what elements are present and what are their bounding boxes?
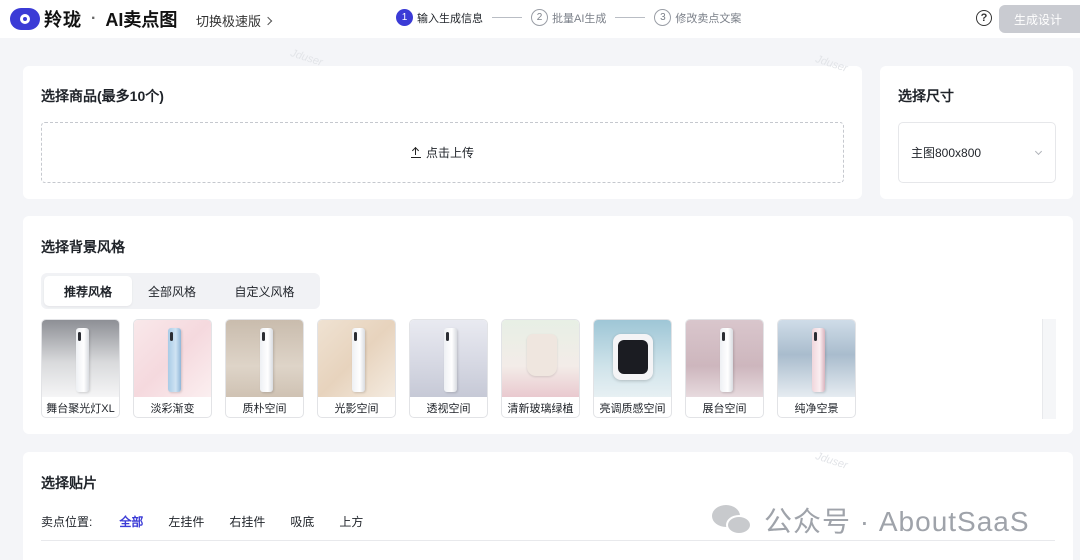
style-thumbnail [42,320,119,397]
tab-custom-style[interactable]: 自定义风格 [212,276,317,306]
brand-name: 羚珑 [44,10,82,30]
style-thumbnail [502,320,579,397]
position-filter: 卖点位置: 全部 左挂件 右挂件 吸底 上方 [41,513,388,530]
product-card-title: 选择商品(最多10个) [41,88,164,104]
step-1-number: 1 [396,9,413,26]
style-option-label: 清新玻璃绿植 [507,402,574,415]
style-option-label: 光影空间 [334,402,379,415]
kettle-product-image [527,334,557,376]
style-option-label: 纯净空景 [794,402,839,415]
style-option[interactable]: 质朴空间 [225,319,304,418]
phone-product-image [812,328,825,392]
step-1-label: 输入生成信息 [417,12,483,25]
style-thumbnail [226,320,303,397]
style-option[interactable]: 纯净空景 [777,319,856,418]
size-select[interactable]: 主图800x800 [898,122,1056,183]
style-thumbnail [686,320,763,397]
position-right-pendant[interactable]: 右挂件 [229,513,265,530]
style-option[interactable]: 舞台聚光灯XL [41,319,120,418]
style-list: 舞台聚光灯XL 淡彩渐变 质朴空间 光影空间 透视空间 清新玻璃绿植 亮调质感空间 展台空间 纯… [41,319,869,418]
style-thumbnail [410,320,487,397]
wechat-icon [712,503,756,537]
position-all[interactable]: 全部 [119,513,143,530]
style-thumbnail [594,320,671,397]
style-option[interactable]: 透视空间 [409,319,488,418]
style-option[interactable]: 展台空间 [685,319,764,418]
upload-dropzone[interactable]: 点击上传 [41,122,844,183]
switch-fast-version-label: 切换极速版 [196,14,262,29]
style-option-label: 展台空间 [702,402,747,415]
phone-product-image [352,328,365,392]
step-indicator: 1 输入生成信息 2 批量AI生成 3 修改卖点文案 [396,9,741,26]
position-bottom[interactable]: 吸底 [290,513,314,530]
step-3-number: 3 [654,9,672,26]
tab-recommended[interactable]: 推荐风格 [44,276,132,306]
watch-product-image [613,334,653,380]
style-thumbnail [134,320,211,397]
generate-design-button[interactable]: 生成设计 [999,5,1080,33]
style-option-label: 淡彩渐变 [150,402,195,415]
step-2-number: 2 [531,9,548,26]
watermark-text: 公众号 · AboutSaaS [764,506,1030,537]
divider [41,540,1055,541]
phone-product-image [76,328,89,392]
style-option-label: 亮调质感空间 [599,402,666,415]
step-3-label: 修改卖点文案 [675,12,742,25]
style-thumbnail [778,320,855,397]
style-option-label: 舞台聚光灯XL [46,402,115,415]
tab-all-styles[interactable]: 全部风格 [132,276,212,306]
position-top[interactable]: 上方 [339,513,363,530]
style-option-label: 透视空间 [426,402,471,415]
chevron-down-icon [1034,147,1043,156]
style-option[interactable]: 清新玻璃绿植 [501,319,580,418]
style-option[interactable]: 光影空间 [317,319,396,418]
size-card: 选择尺寸 主图800x800 [880,66,1073,199]
help-icon[interactable]: ? [976,10,992,26]
phone-product-image [444,328,457,392]
style-tabs: 推荐风格 全部风格 自定义风格 [41,273,320,309]
brand-separator: · [91,10,97,27]
phone-product-image [720,328,733,392]
style-option[interactable]: 淡彩渐变 [133,319,212,418]
product-name: AI卖点图 [105,10,178,30]
size-card-title: 选择尺寸 [898,88,954,104]
style-card-title: 选择背景风格 [41,239,125,255]
sticker-card-title: 选择贴片 [41,475,97,491]
wechat-watermark: 公众号 · AboutSaaS [712,500,1030,540]
step-connector [615,17,646,18]
position-filter-label: 卖点位置: [41,515,93,529]
product-card: 选择商品(最多10个) 点击上传 [23,66,862,199]
style-option[interactable]: 亮调质感空间 [593,319,672,418]
style-card: 选择背景风格 推荐风格 全部风格 自定义风格 舞台聚光灯XL 淡彩渐变 质朴空间 光影… [23,216,1073,434]
step-3: 3 修改卖点文案 [654,9,741,26]
logo[interactable]: 羚珑 · AI卖点图 [10,6,177,32]
style-option-label: 质朴空间 [242,402,287,415]
style-thumbnail [318,320,395,397]
step-connector [492,17,522,18]
phone-product-image [260,328,273,392]
upload-label: 点击上传 [425,146,474,160]
switch-fast-version-link[interactable]: 切换极速版 [196,11,273,30]
style-list-scrollbar[interactable] [1042,319,1056,419]
top-header: 羚珑 · AI卖点图 切换极速版 1 输入生成信息 2 批量AI生成 3 修改卖… [0,0,1080,38]
upload-icon [410,147,421,158]
phone-product-image [168,328,181,392]
position-left-pendant[interactable]: 左挂件 [168,513,204,530]
chevron-right-icon [263,16,273,25]
step-2: 2 批量AI生成 [531,9,606,26]
logo-icon [10,8,40,30]
size-select-value: 主图800x800 [911,146,982,160]
step-1: 1 输入生成信息 [396,9,483,26]
step-2-label: 批量AI生成 [552,12,607,25]
